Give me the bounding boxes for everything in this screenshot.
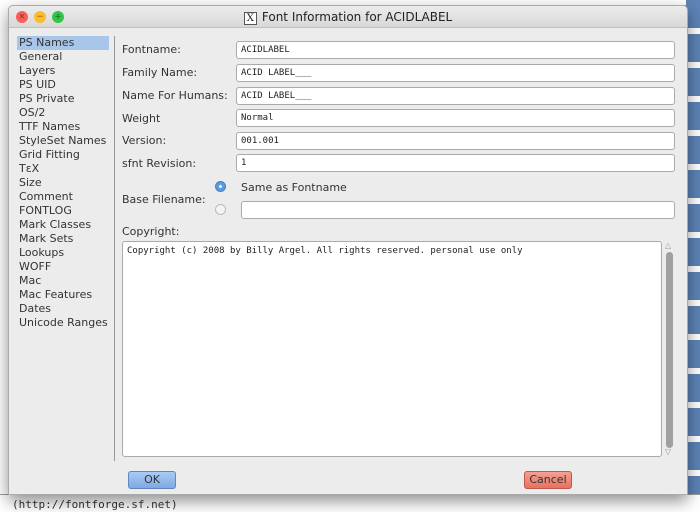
custom-filename-radio[interactable] (215, 204, 226, 215)
sidebar-item[interactable]: TTF Names (17, 120, 109, 134)
sfnt-revision-label: sfnt Revision: (122, 157, 197, 170)
window-title-text: Font Information for ACIDLABEL (261, 10, 453, 24)
copyright-label: Copyright: (122, 225, 180, 238)
sidebar-item[interactable]: Mark Sets (17, 232, 109, 246)
sidebar-item[interactable]: Mac Features (17, 288, 109, 302)
sidebar-item[interactable]: OS/2 (17, 106, 109, 120)
sidebar-item[interactable]: PS UID (17, 78, 109, 92)
sidebar-item[interactable]: General (17, 50, 109, 64)
sidebar-item[interactable]: PS Names (17, 36, 109, 50)
same-as-fontname-label[interactable]: Same as Fontname (241, 181, 347, 194)
name-for-humans-label: Name For Humans: (122, 89, 228, 102)
weight-label: Weight (122, 112, 161, 125)
weight-field[interactable]: Normal (236, 109, 675, 127)
version-label: Version: (122, 134, 167, 147)
sidebar-item[interactable]: Dates (17, 302, 109, 316)
scroll-down-arrow-icon[interactable]: ▽ (665, 447, 671, 456)
sidebar-item[interactable]: Layers (17, 64, 109, 78)
family-name-label: Family Name: (122, 66, 198, 79)
fontname-field[interactable]: ACIDLABEL (236, 41, 675, 59)
same-as-fontname-radio[interactable] (215, 181, 226, 192)
cancel-button[interactable]: Cancel (524, 471, 572, 489)
x11-icon: X (243, 12, 257, 25)
font-info-dialog: × − + X Font Information for ACIDLABEL PS… (8, 5, 688, 495)
base-filename-label: Base Filename: (122, 193, 206, 206)
version-field[interactable]: 001.001 (236, 132, 675, 150)
title-bar[interactable]: × − + X Font Information for ACIDLABEL (9, 6, 687, 28)
sfnt-revision-field[interactable]: 1 (236, 154, 675, 172)
sidebar-item[interactable]: StyleSet Names (17, 134, 109, 148)
background-text: (http://fontforge.sf.net) (12, 498, 178, 511)
sidebar-item[interactable]: Mac (17, 274, 109, 288)
sidebar-item[interactable]: PS Private (17, 92, 109, 106)
sidebar-item[interactable]: Lookups (17, 246, 109, 260)
divider (114, 36, 115, 461)
scrollbar-thumb[interactable] (666, 252, 673, 448)
name-for-humans-field[interactable]: ACID LABEL___ (236, 87, 675, 105)
base-filename-field[interactable] (241, 201, 675, 219)
fontname-label: Fontname: (122, 43, 181, 56)
sidebar-item[interactable]: Mark Classes (17, 218, 109, 232)
sidebar-item[interactable]: Comment (17, 190, 109, 204)
family-name-field[interactable]: ACID LABEL___ (236, 64, 675, 82)
background-glyph-grid (686, 0, 700, 512)
sidebar-item[interactable]: FONTLOG (17, 204, 109, 218)
ok-button[interactable]: OK (128, 471, 176, 489)
sidebar-item[interactable]: WOFF (17, 260, 109, 274)
sidebar-item[interactable]: Size (17, 176, 109, 190)
scroll-up-arrow-icon[interactable]: △ (665, 241, 671, 250)
sidebar-item[interactable]: Grid Fitting (17, 148, 109, 162)
sidebar-item[interactable]: Unicode Ranges (17, 316, 109, 330)
background-status: (http://fontforge.sf.net) (0, 494, 700, 512)
copyright-textarea[interactable]: Copyright (c) 2008 by Billy Argel. All r… (122, 241, 662, 457)
window-title: X Font Information for ACIDLABEL (9, 10, 687, 25)
sidebar-item[interactable]: TεX (17, 162, 109, 176)
